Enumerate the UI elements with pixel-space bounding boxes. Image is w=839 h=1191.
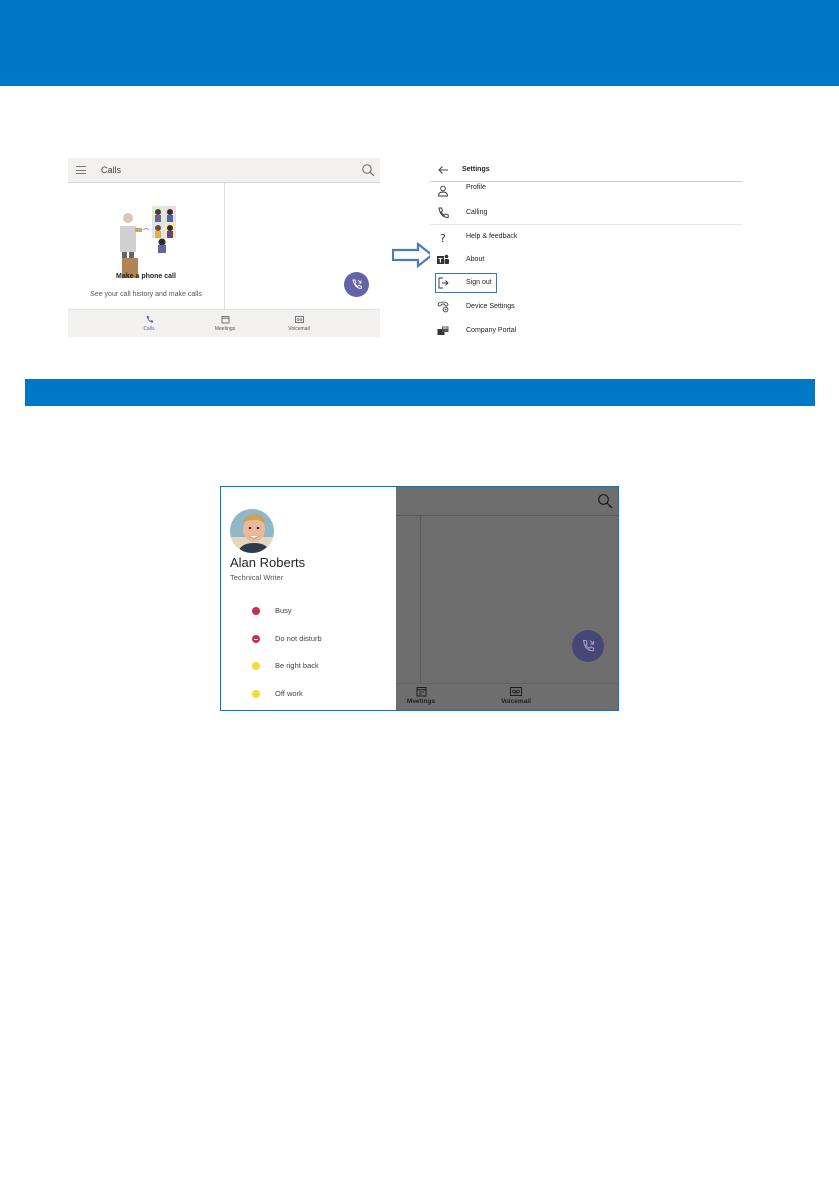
- settings-title: Settings: [462, 166, 490, 173]
- svg-text:?: ?: [440, 232, 446, 244]
- nav-label: Calls: [143, 326, 155, 332]
- nav-label: Voicemail: [501, 698, 531, 705]
- nav-label: Meetings: [214, 326, 236, 332]
- search-icon[interactable]: [361, 163, 375, 177]
- settings-item-profile[interactable]: Profile: [430, 181, 742, 201]
- settings-item-about[interactable]: T About: [430, 250, 742, 270]
- pane-divider: [420, 516, 421, 683]
- calls-screenshot: Calls Make a phone call See your call hi…: [68, 158, 380, 337]
- status-label: Busy: [275, 606, 292, 615]
- empty-state-title: Make a phone call: [116, 273, 176, 280]
- divider: [396, 683, 618, 684]
- status-label: Do not disturb: [275, 634, 322, 643]
- calls-header: Calls: [68, 158, 380, 183]
- phone-dial-icon: [582, 640, 595, 652]
- settings-item-calling[interactable]: Calling: [430, 203, 742, 223]
- section-bar: [25, 379, 815, 406]
- nav-voicemail: Voicemail: [486, 686, 546, 705]
- calendar-icon: [221, 316, 229, 324]
- away-icon: [252, 662, 260, 670]
- profile-icon: [438, 185, 448, 197]
- settings-item-company-portal[interactable]: Company Portal: [430, 321, 742, 338]
- hamburger-icon[interactable]: [76, 166, 86, 174]
- calendar-icon: [416, 687, 426, 697]
- user-role: Technical Writer: [230, 573, 284, 582]
- status-be-right-back[interactable]: Be right back: [221, 657, 396, 677]
- nav-calls[interactable]: Calls: [124, 315, 174, 332]
- phone-icon: [146, 316, 153, 323]
- voicemail-icon: [294, 316, 304, 323]
- question-icon: ?: [440, 232, 446, 244]
- back-arrow-icon[interactable]: [437, 164, 449, 176]
- dimmed-background[interactable]: Meetings Voicemail: [396, 487, 618, 710]
- top-banner: [0, 0, 839, 86]
- settings-header: Settings: [430, 158, 742, 182]
- company-portal-icon: [437, 326, 449, 335]
- status-label: Be right back: [275, 661, 319, 670]
- profile-drawer: Alan Roberts Technical Writer Busy Do no…: [221, 487, 396, 710]
- status-do-not-disturb[interactable]: Do not disturb: [221, 630, 396, 650]
- settings-item-help[interactable]: ? Help & feedback: [430, 227, 742, 247]
- nav-label: Meetings: [406, 698, 436, 705]
- settings-item-label: Sign out: [466, 279, 492, 286]
- status-off-work[interactable]: Off work: [221, 685, 396, 705]
- calls-title: Calls: [101, 165, 122, 175]
- settings-item-label: Calling: [466, 209, 488, 216]
- settings-item-device-settings[interactable]: Device Settings: [430, 297, 742, 317]
- dial-fab-button[interactable]: [344, 272, 369, 297]
- settings-item-sign-out[interactable]: Sign out: [430, 273, 742, 293]
- settings-item-label: Profile: [466, 184, 486, 191]
- user-name: Alan Roberts: [230, 555, 306, 570]
- settings-item-label: About: [466, 256, 485, 263]
- dial-fab-button: [572, 630, 604, 662]
- device-settings-icon: [437, 301, 449, 313]
- nav-label: Voicemail: [288, 326, 310, 332]
- phone-call-illustration: [120, 206, 176, 278]
- settings-screenshot: Settings Profile Calling ? Help & feedba…: [430, 158, 742, 338]
- divider: [396, 515, 618, 516]
- away-icon: [252, 690, 260, 698]
- divider: [430, 224, 742, 225]
- phone-icon: [438, 207, 449, 218]
- voicemail-icon: [510, 687, 522, 696]
- nav-meetings[interactable]: Meetings: [200, 315, 250, 332]
- settings-item-label: Device Settings: [466, 303, 515, 310]
- empty-state-subtitle: See your call history and make calls: [90, 291, 202, 298]
- profile-screenshot: Meetings Voicemail Alan Roberts Technica…: [220, 486, 619, 711]
- busy-dot-icon: [252, 607, 260, 615]
- settings-item-label: Company Portal: [466, 327, 517, 334]
- phone-dial-icon: [352, 279, 362, 289]
- dnd-icon: [252, 635, 260, 643]
- pane-divider: [224, 183, 225, 310]
- settings-item-label: Help & feedback: [466, 233, 518, 240]
- right-arrow-icon: [392, 242, 434, 268]
- sign-out-icon: [438, 277, 449, 289]
- search-icon: [598, 494, 613, 509]
- avatar[interactable]: [230, 509, 274, 553]
- status-label: Off work: [275, 689, 303, 698]
- bottom-nav: Calls Meetings Voicemail: [68, 309, 380, 337]
- nav-meetings: Meetings: [391, 686, 451, 705]
- nav-voicemail[interactable]: Voicemail: [274, 315, 324, 332]
- status-busy[interactable]: Busy: [221, 602, 396, 622]
- teams-logo-icon: T: [437, 254, 449, 265]
